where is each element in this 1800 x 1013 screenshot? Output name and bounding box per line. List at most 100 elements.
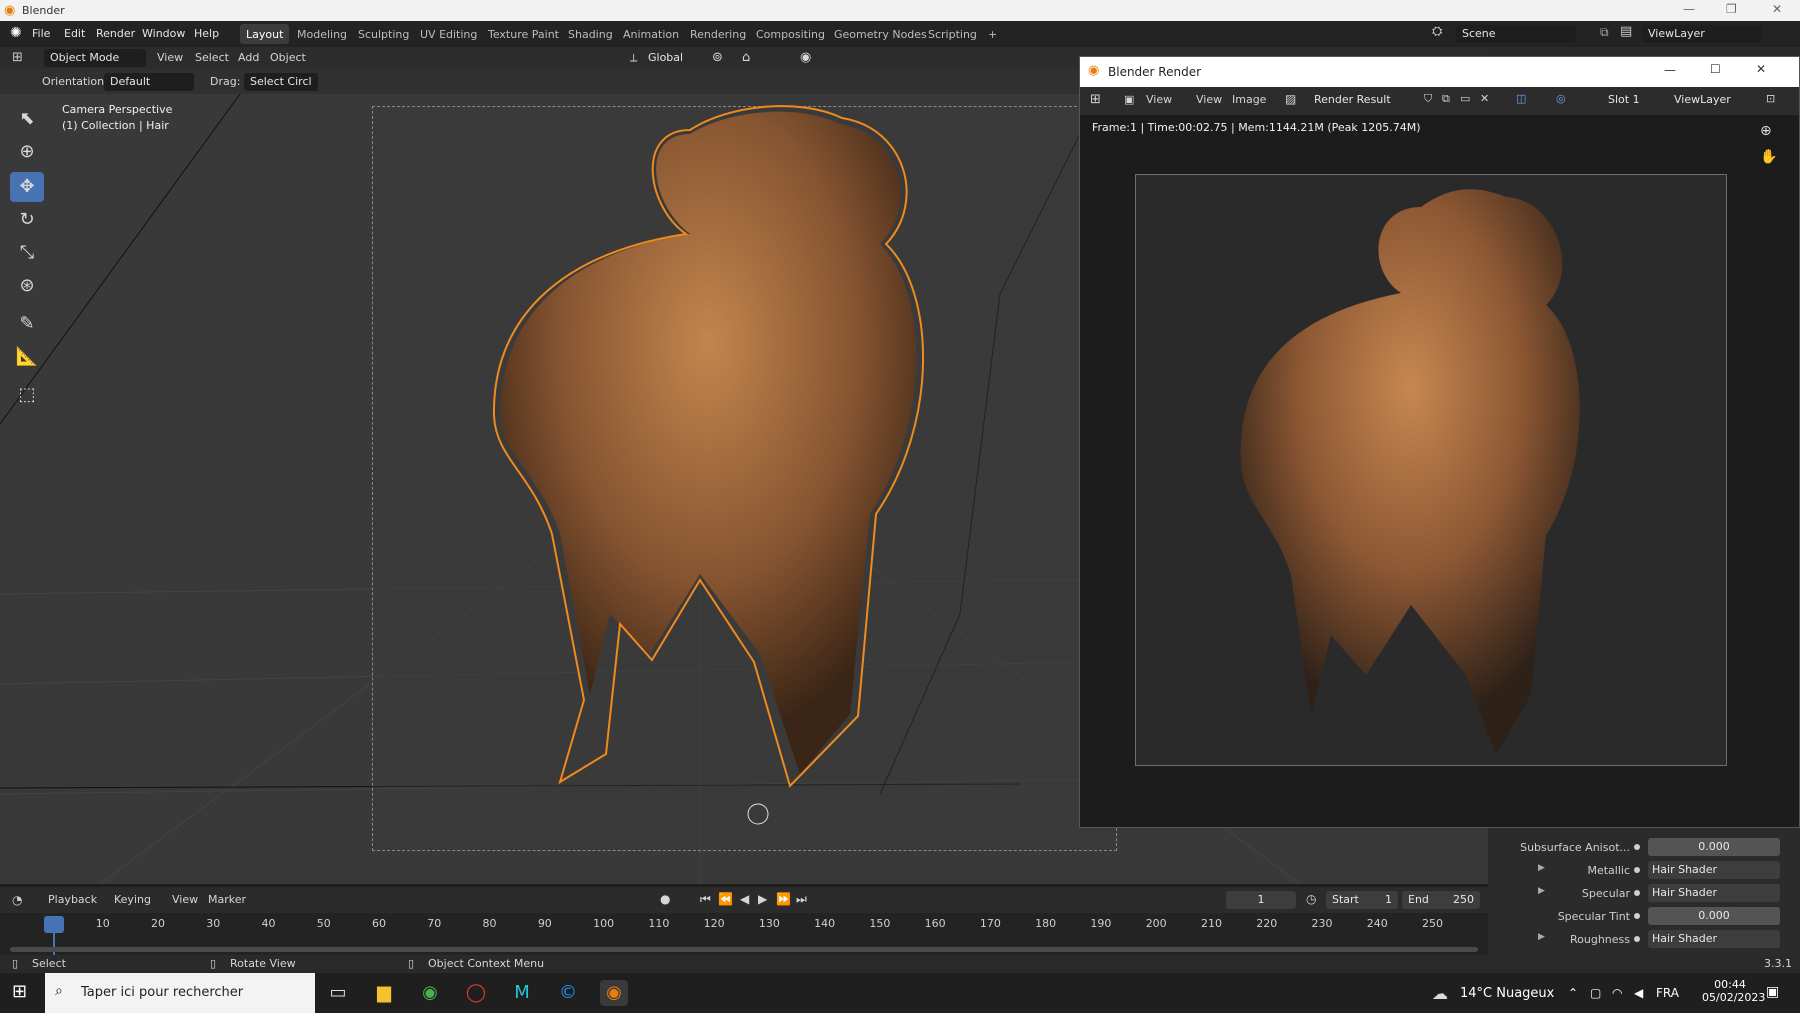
scale-tool-icon[interactable]: ⤡ <box>10 238 44 268</box>
prop-specular[interactable]: ▶ Specular Hair Shader <box>1520 884 1790 904</box>
unlink-image-icon[interactable]: ✕ <box>1480 92 1489 105</box>
next-keyframe-icon[interactable]: ⏩ <box>776 892 791 906</box>
prop-value[interactable]: Hair Shader <box>1648 861 1780 879</box>
expand-icon[interactable]: ▶ <box>1538 886 1545 896</box>
socket-icon[interactable] <box>1634 936 1640 942</box>
prop-specular-tint[interactable]: Specular Tint 0.000 <box>1520 907 1790 927</box>
clock[interactable]: 00:44 05/02/2023 <box>1702 978 1765 1004</box>
transform-tool-icon[interactable]: ⊛ <box>10 271 44 301</box>
tab-texture-paint[interactable]: Texture Paint <box>482 24 565 44</box>
m-app-icon[interactable]: M <box>508 980 536 1006</box>
select-menu[interactable]: Select <box>195 51 229 64</box>
weather-text[interactable]: 14°C Nuageux <box>1460 986 1554 1001</box>
image-name[interactable]: Render Result <box>1308 91 1418 109</box>
scene-selector[interactable]: Scene <box>1456 25 1576 43</box>
menu-render[interactable]: Render <box>96 27 135 40</box>
record-icon[interactable]: ● <box>660 892 670 906</box>
uv-sync-icon[interactable]: ◫ <box>1516 92 1526 105</box>
expand-icon[interactable]: ▶ <box>1538 863 1545 873</box>
scene-icon[interactable]: ⛭ <box>1432 24 1442 39</box>
language-indicator[interactable]: FRA <box>1656 986 1679 1000</box>
cursor-tool-icon[interactable]: ⊕ <box>10 137 44 167</box>
prev-keyframe-icon[interactable]: ⏪ <box>718 892 733 906</box>
transform-orientation-icon[interactable]: ⟂ <box>630 51 637 65</box>
notifications-icon[interactable]: ▣ <box>1766 984 1779 1000</box>
move-tool-icon[interactable]: ✥ <box>10 172 44 202</box>
measure-tool-icon[interactable]: 📐 <box>10 342 44 372</box>
playhead[interactable] <box>44 916 64 933</box>
taskbar-search[interactable]: ⌕ Taper ici pour rechercher <box>45 973 315 1013</box>
menu-edit[interactable]: Edit <box>64 27 85 40</box>
timeline-view-menu[interactable]: View <box>172 893 198 906</box>
tab-modeling[interactable]: Modeling <box>291 24 353 44</box>
tab-sculpting[interactable]: Sculpting <box>352 24 415 44</box>
add-cube-tool-icon[interactable]: ⬚ <box>10 380 44 410</box>
drag-dropdown[interactable]: Select Circl <box>244 73 318 91</box>
socket-icon[interactable] <box>1634 867 1640 873</box>
add-workspace-button[interactable]: + <box>982 24 1003 44</box>
menu-window[interactable]: Window <box>142 27 185 40</box>
jump-end-icon[interactable]: ⏭ <box>796 892 807 907</box>
clock-icon[interactable]: ◷ <box>1306 892 1316 906</box>
current-frame-field[interactable]: 1 <box>1226 891 1296 909</box>
minimize-icon[interactable]: — <box>1664 63 1676 77</box>
timeline-ruler[interactable]: 1102030405060708090100110120130140150160… <box>0 913 1488 955</box>
socket-icon[interactable] <box>1634 844 1640 850</box>
wifi-icon[interactable]: ◠ <box>1612 986 1622 1000</box>
layer-selector[interactable]: ViewLayer <box>1668 91 1748 109</box>
expand-icon[interactable]: ▶ <box>1538 932 1545 942</box>
render-window[interactable]: ◉ Blender Render — ☐ ✕ ⊞ ▣ View View Ima… <box>1079 56 1800 828</box>
view-menu[interactable]: View <box>157 51 183 64</box>
start-frame-field[interactable]: Start 1 <box>1326 891 1398 909</box>
jump-start-icon[interactable]: ⏮ <box>700 892 711 907</box>
prop-value[interactable]: 0.000 <box>1648 907 1780 925</box>
weather-icon[interactable]: ☁ <box>1432 984 1448 1003</box>
prop-subsurface-anisotropy[interactable]: Subsurface Anisot... 0.000 <box>1520 838 1790 858</box>
play-icon[interactable]: ▶ <box>758 892 767 906</box>
prop-value[interactable]: 0.000 <box>1648 838 1780 856</box>
proportional-edit-icon[interactable]: ◉ <box>800 50 811 65</box>
pivot-icon[interactable]: ⊚ <box>712 50 723 65</box>
volume-icon[interactable]: ◀ <box>1634 986 1643 1000</box>
maximize-icon[interactable]: ☐ <box>1710 62 1721 76</box>
mode-selector[interactable]: Object Mode <box>44 49 146 67</box>
orientation-dropdown[interactable]: Default <box>104 73 194 91</box>
file-explorer-icon[interactable]: ▆ <box>370 980 398 1006</box>
tab-animation[interactable]: Animation <box>617 24 685 44</box>
rotate-tool-icon[interactable]: ↻ <box>10 205 44 235</box>
timeline-editor-icon[interactable]: ◔ <box>12 893 22 907</box>
editor-type-icon[interactable]: ⊞ <box>12 50 23 65</box>
add-menu[interactable]: Add <box>238 51 259 64</box>
slot-selector[interactable]: Slot 1 <box>1602 91 1662 109</box>
minimize-icon[interactable]: — <box>1683 2 1695 16</box>
tab-geometry-nodes[interactable]: Geometry Nodes <box>828 24 933 44</box>
task-view-icon[interactable]: ▭ <box>324 980 352 1006</box>
device-icon[interactable]: ▢ <box>1590 986 1601 1000</box>
view-dropdown[interactable]: View <box>1146 93 1172 106</box>
socket-icon[interactable] <box>1634 890 1640 896</box>
socket-icon[interactable] <box>1634 913 1640 919</box>
blender-taskbar-icon[interactable]: ◉ <box>600 980 628 1006</box>
timeline-scrollbar[interactable] <box>10 947 1478 952</box>
image-browse-icon[interactable]: ▨ <box>1285 92 1296 106</box>
menu-file[interactable]: File <box>32 27 50 40</box>
play-reverse-icon[interactable]: ◀ <box>740 892 749 906</box>
transform-orientation[interactable]: Global <box>642 49 702 67</box>
zoom-icon[interactable]: ⊕ <box>1760 123 1772 139</box>
image-menu[interactable]: Image <box>1232 93 1266 106</box>
snap-icon[interactable]: ⌂ <box>742 50 750 65</box>
blender-menu-icon[interactable]: ✺ <box>10 25 22 41</box>
new-image-icon[interactable]: ⧉ <box>1442 92 1450 106</box>
tab-uv-editing[interactable]: UV Editing <box>414 24 483 44</box>
object-menu[interactable]: Object <box>270 51 306 64</box>
tab-rendering[interactable]: Rendering <box>684 24 752 44</box>
prop-roughness[interactable]: ▶ Roughness Hair Shader <box>1520 930 1790 950</box>
view-layer-selector[interactable]: ViewLayer <box>1642 25 1762 43</box>
fake-user-icon[interactable]: ⛉ <box>1424 92 1432 106</box>
view-menu[interactable]: View <box>1196 93 1222 106</box>
keying-menu[interactable]: Keying <box>114 893 151 906</box>
playback-menu[interactable]: Playback <box>48 893 97 906</box>
render-result-canvas[interactable] <box>1135 174 1727 766</box>
view-layer-icon[interactable]: ▤ <box>1620 24 1632 39</box>
marker-menu[interactable]: Marker <box>208 893 246 906</box>
